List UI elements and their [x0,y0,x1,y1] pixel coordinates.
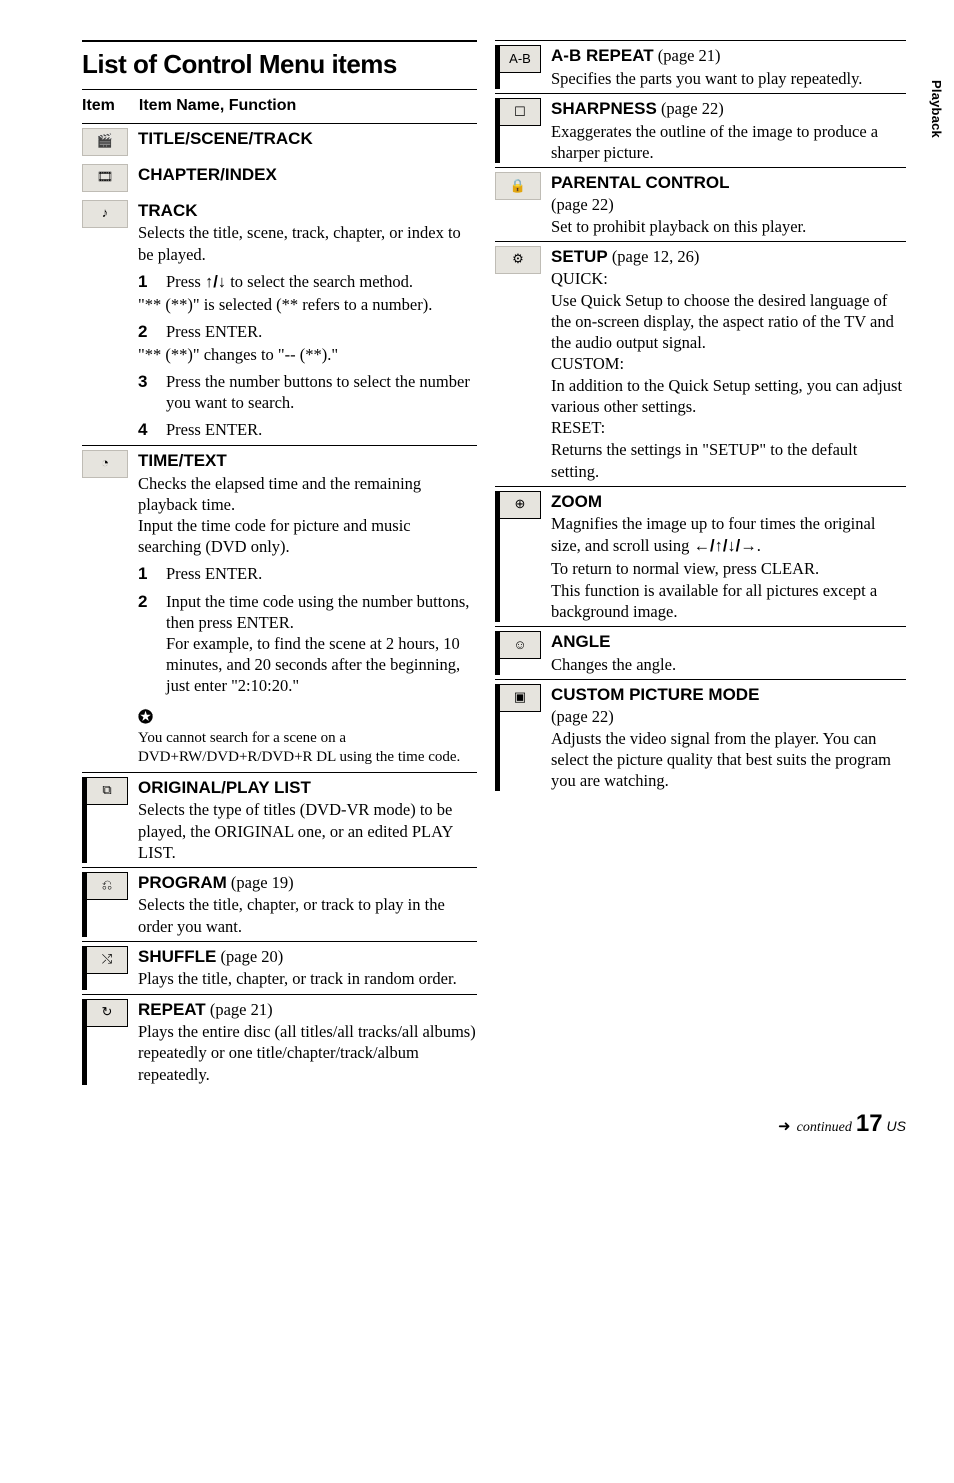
step-1-note: "** (**)" is selected (** refers to a nu… [138,294,477,315]
continued-label: continued [797,1119,852,1137]
program-title: PROGRAM [138,873,227,892]
repeat-title: REPEAT [138,1000,206,1019]
tt-step-1: Press ENTER. [166,563,477,585]
continued-arrow-icon: ➜ [778,1118,791,1137]
step-2-num: 2 [138,321,156,343]
clapper-icon: 🎬 [82,128,128,156]
custom-h: CUSTOM: [551,353,906,374]
title-scene-track: TITLE/SCENE/TRACK [138,129,313,148]
shuffle-desc: Plays the title, chapter, or track in ra… [138,968,477,989]
col-item: Item [82,96,115,116]
reset-h: RESET: [551,417,906,438]
zoom-desc2: To return to normal view, press CLEAR. [551,558,906,579]
parental-desc: Set to prohibit playback on this player. [551,216,906,237]
tt-step-2-num: 2 [138,591,156,697]
ab-pg: (page 21) [654,46,721,65]
step-2: Press ENTER. [166,321,477,343]
angle-icon: ☺ [500,631,541,659]
step-2-note: "** (**)" changes to "-- (**)." [138,344,477,365]
ab-title: A-B REPEAT [551,46,654,65]
quick-h: QUICK: [551,268,906,289]
step-4: Press ENTER. [166,419,477,441]
track-title: TRACK [138,200,477,222]
program-desc: Selects the title, chapter, or track to … [138,894,477,936]
time-text-desc: Checks the elapsed time and the remainin… [138,473,477,557]
lock-icon: 🔒 [495,172,541,200]
sharp-pg: (page 22) [657,99,724,118]
setup-title: SETUP [551,247,608,266]
step-3-num: 3 [138,371,156,413]
program-icon: ⎌ [87,872,128,900]
note-icon: ♪ [82,200,128,228]
side-tab: Playback [927,80,944,138]
repeat-desc: Plays the entire disc (all titles/all tr… [138,1021,477,1084]
time-text-title: TIME/TEXT [138,450,477,472]
page-number: 17 [856,1109,883,1140]
setup-icon: ⚙ [495,246,541,274]
parental-title: PARENTAL CONTROL [551,172,906,194]
page-heading: List of Control Menu items [82,48,477,81]
setup-pg: (page 12, 26) [608,247,700,266]
shuffle-title: SHUFFLE [138,947,216,966]
track-desc: Selects the title, scene, track, chapter… [138,222,477,264]
step-1-num: 1 [138,271,156,293]
ab-desc: Specifies the parts you want to play rep… [551,68,906,89]
shuffle-pg: (page 20) [216,947,283,966]
quick-desc: Use Quick Setup to choose the desired la… [551,290,906,353]
shuffle-icon: ⤭ [87,946,128,974]
zoom-title: ZOOM [551,491,906,513]
cpm-title: CUSTOM PICTURE MODE [551,684,906,706]
step-3: Press the number buttons to select the n… [166,371,477,413]
cpm-desc: Adjusts the video signal from the player… [551,728,906,791]
playlist-icon: ⧉ [87,777,128,805]
tt-step-1-num: 1 [138,563,156,585]
angle-title: ANGLE [551,631,906,653]
sharp-title: SHARPNESS [551,99,657,118]
zoom-desc3: This function is available for all pictu… [551,580,906,622]
zoom-icon: ⊕ [500,491,541,519]
picture-mode-icon: ▣ [500,684,541,712]
parental-pg: (page 22) [551,194,906,215]
time-note: You cannot search for a scene on a DVD+R… [138,729,477,767]
orig-play-desc: Selects the type of titles (DVD-VR mode)… [138,799,477,862]
zoom-desc: Magnifies the image up to four times the… [551,513,906,556]
cpm-pg: (page 22) [551,706,906,727]
step-4-num: 4 [138,419,156,441]
step-1: Press ↑/↓ to select the search method. [166,272,413,291]
chapter-index: CHAPTER/INDEX [138,165,277,184]
program-pg: (page 19) [227,873,294,892]
ab-repeat-icon: A-B [500,45,541,73]
sharp-desc: Exaggerates the outline of the image to … [551,121,906,163]
repeat-icon: ↻ [87,999,128,1027]
repeat-pg: (page 21) [206,1000,273,1019]
orig-play-title: ORIGINAL/PLAY LIST [138,777,477,799]
locale-label: US [887,1118,906,1136]
tt-step-2: Input the time code using the number but… [166,591,477,633]
sharpness-icon: ☐ [500,98,541,126]
angle-desc: Changes the angle. [551,654,906,675]
tt-step-2b: For example, to find the scene at 2 hour… [166,633,477,696]
film-icon: 🎞 [82,164,128,192]
note-bullet-icon: ✪ [138,706,477,729]
col-name: Item Name, Function [139,96,296,116]
custom-desc: In addition to the Quick Setup setting, … [551,375,906,417]
reset-desc: Returns the settings in "SETUP" to the d… [551,439,906,481]
clock-icon: ◔ [82,450,128,478]
